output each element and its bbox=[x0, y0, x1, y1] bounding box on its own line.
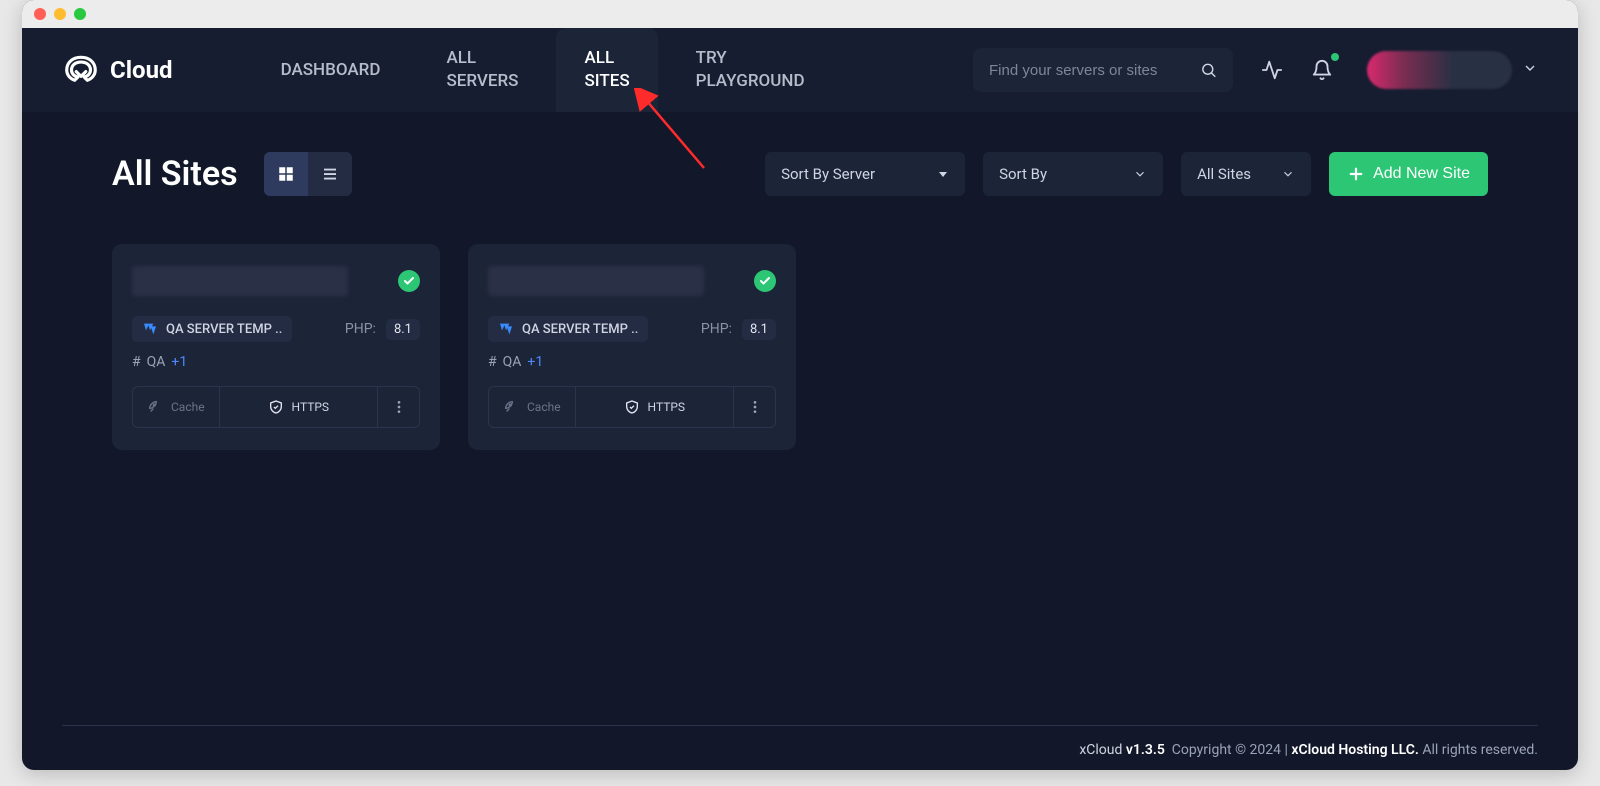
shield-icon bbox=[624, 399, 640, 415]
brand-logo[interactable]: Cloud bbox=[62, 51, 173, 89]
nav-all-servers[interactable]: ALL SERVERS bbox=[418, 28, 546, 112]
footer-copyright: Copyright © 2024 | bbox=[1172, 742, 1288, 758]
caret-down-icon bbox=[937, 168, 949, 180]
sort-by-dropdown[interactable]: Sort By bbox=[983, 152, 1163, 196]
tag-more[interactable]: +1 bbox=[527, 354, 543, 370]
vultr-icon bbox=[498, 321, 514, 337]
status-ok-icon bbox=[398, 270, 420, 292]
footer: xCloud v1.3.5 Copyright © 2024 | xCloud … bbox=[1079, 742, 1538, 758]
https-button[interactable]: HTTPS bbox=[220, 386, 378, 428]
cache-label: Cache bbox=[171, 400, 205, 414]
tag-name: QA bbox=[503, 354, 522, 370]
kebab-icon bbox=[747, 399, 763, 415]
shield-icon bbox=[268, 399, 284, 415]
tag-prefix: # bbox=[488, 354, 497, 370]
sort-by-server-dropdown[interactable]: Sort By Server bbox=[765, 152, 965, 196]
https-label: HTTPS bbox=[292, 400, 330, 414]
footer-product: xCloud bbox=[1079, 742, 1122, 758]
tag-prefix: # bbox=[132, 354, 141, 370]
brand-name: Cloud bbox=[110, 56, 173, 84]
scope-label: All Sites bbox=[1197, 165, 1251, 183]
notification-dot bbox=[1331, 53, 1339, 61]
top-nav: Cloud DASHBOARD ALL SERVERS ALL SITES TR… bbox=[22, 28, 1578, 112]
add-new-site-button[interactable]: Add New Site bbox=[1329, 152, 1488, 196]
site-card[interactable]: QA SERVER TEMP .. PHP: 8.1 # QA +1 Cache… bbox=[468, 244, 796, 450]
profile-menu-chevron[interactable] bbox=[1522, 60, 1538, 80]
window-zoom-dot[interactable] bbox=[74, 8, 86, 20]
footer-divider bbox=[62, 725, 1538, 726]
sort-by-label: Sort By bbox=[999, 165, 1047, 183]
https-label: HTTPS bbox=[648, 400, 686, 414]
php-label: PHP: bbox=[345, 321, 376, 337]
grid-view-button[interactable] bbox=[264, 152, 308, 196]
rocket-icon bbox=[147, 399, 163, 415]
php-label: PHP: bbox=[701, 321, 732, 337]
chevron-down-icon bbox=[1281, 167, 1295, 181]
footer-company: xCloud Hosting LLC. bbox=[1291, 742, 1418, 758]
nav-dashboard[interactable]: DASHBOARD bbox=[253, 28, 409, 112]
activity-icon[interactable] bbox=[1257, 55, 1287, 85]
cache-button[interactable]: Cache bbox=[132, 386, 220, 428]
window-close-dot[interactable] bbox=[34, 8, 46, 20]
kebab-icon bbox=[391, 399, 407, 415]
php-version: 8.1 bbox=[386, 319, 420, 340]
chevron-down-icon bbox=[1133, 167, 1147, 181]
profile-chip[interactable] bbox=[1367, 51, 1512, 89]
server-name: QA SERVER TEMP .. bbox=[166, 322, 282, 337]
cache-label: Cache bbox=[527, 400, 561, 414]
site-name-redacted bbox=[488, 266, 704, 296]
add-new-site-label: Add New Site bbox=[1373, 165, 1470, 183]
server-chip[interactable]: QA SERVER TEMP .. bbox=[488, 316, 648, 342]
card-menu-button[interactable] bbox=[734, 386, 776, 428]
footer-version: v1.3.5 bbox=[1126, 742, 1165, 758]
list-view-button[interactable] bbox=[308, 152, 352, 196]
footer-rights: All rights reserved. bbox=[1422, 742, 1538, 758]
nav-try-playground[interactable]: TRY PLAYGROUND bbox=[668, 28, 833, 112]
tag-more[interactable]: +1 bbox=[171, 354, 187, 370]
global-search[interactable] bbox=[973, 48, 1233, 92]
main-content: All Sites Sort By Server Sort By bbox=[22, 112, 1578, 450]
plus-icon bbox=[1347, 165, 1365, 183]
sort-by-server-label: Sort By Server bbox=[781, 165, 875, 183]
vultr-icon bbox=[142, 321, 158, 337]
server-name: QA SERVER TEMP .. bbox=[522, 322, 638, 337]
server-chip[interactable]: QA SERVER TEMP .. bbox=[132, 316, 292, 342]
notifications-icon[interactable] bbox=[1307, 55, 1337, 85]
card-menu-button[interactable] bbox=[378, 386, 420, 428]
search-icon bbox=[1200, 60, 1217, 80]
view-toggle bbox=[264, 152, 352, 196]
site-card[interactable]: QA SERVER TEMP .. PHP: 8.1 # QA +1 Cache… bbox=[112, 244, 440, 450]
https-button[interactable]: HTTPS bbox=[576, 386, 734, 428]
cache-button[interactable]: Cache bbox=[488, 386, 576, 428]
php-version: 8.1 bbox=[742, 319, 776, 340]
window-minimize-dot[interactable] bbox=[54, 8, 66, 20]
tag-name: QA bbox=[147, 354, 166, 370]
mac-titlebar bbox=[22, 0, 1578, 28]
status-ok-icon bbox=[754, 270, 776, 292]
site-name-redacted bbox=[132, 266, 348, 296]
rocket-icon bbox=[503, 399, 519, 415]
search-input[interactable] bbox=[989, 62, 1188, 79]
page-title: All Sites bbox=[112, 154, 238, 194]
scope-dropdown[interactable]: All Sites bbox=[1181, 152, 1311, 196]
xcloud-logo-icon bbox=[62, 51, 100, 89]
nav-all-sites[interactable]: ALL SITES bbox=[556, 28, 657, 112]
